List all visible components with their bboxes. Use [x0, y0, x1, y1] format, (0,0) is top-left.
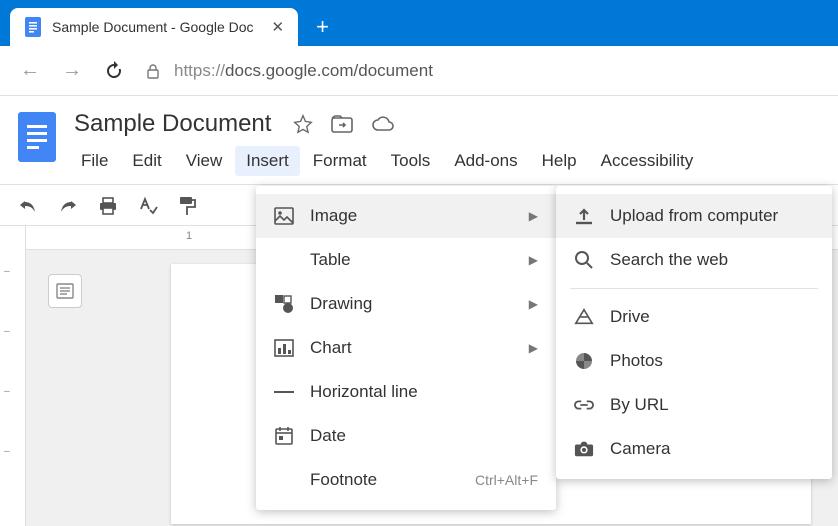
image-by-url[interactable]: By URL — [556, 383, 832, 427]
menu-item-label: Drawing — [310, 294, 372, 314]
spellcheck-icon[interactable] — [138, 195, 158, 216]
new-tab-button[interactable]: + — [316, 14, 329, 40]
tab-title: Sample Document - Google Doc — [52, 19, 254, 35]
browser-titlebar: Sample Document - Google Doc ✕ + — [0, 0, 838, 46]
url-bar[interactable]: https://docs.google.com/document — [146, 61, 818, 81]
submenu-arrow-icon: ▶ — [529, 297, 538, 311]
cloud-status-icon[interactable] — [371, 115, 395, 133]
image-drive[interactable]: Drive — [556, 295, 832, 339]
date-icon — [274, 426, 294, 446]
menu-help[interactable]: Help — [531, 146, 588, 176]
print-icon[interactable] — [98, 195, 118, 216]
menu-item-label: Footnote — [310, 470, 377, 490]
menu-view[interactable]: View — [175, 146, 234, 176]
submenu-arrow-icon: ▶ — [529, 209, 538, 223]
menu-add-ons[interactable]: Add-ons — [443, 146, 528, 176]
menu-file[interactable]: File — [70, 146, 119, 176]
hr-icon — [274, 389, 294, 395]
reload-icon[interactable] — [104, 60, 124, 81]
menu-separator — [570, 288, 818, 289]
docs-logo-icon[interactable] — [18, 112, 56, 162]
tab-close-icon[interactable]: ✕ — [272, 18, 285, 36]
url-text: https://docs.google.com/document — [174, 61, 433, 81]
vertical-ruler: – – – – — [0, 226, 26, 526]
move-icon[interactable] — [331, 115, 353, 133]
photos-icon — [574, 351, 594, 371]
menu-item-label: Camera — [610, 439, 670, 459]
camera-icon — [574, 440, 594, 458]
drive-icon — [574, 307, 594, 327]
submenu-arrow-icon: ▶ — [529, 341, 538, 355]
docs-favicon — [24, 18, 42, 36]
menu-item-label: Drive — [610, 307, 650, 327]
browser-tab[interactable]: Sample Document - Google Doc ✕ — [10, 8, 298, 46]
insert-horizontal-line[interactable]: Horizontal line — [256, 370, 556, 414]
drawing-icon — [274, 294, 294, 314]
app-header: Sample Document FileEditViewInsertFormat… — [0, 96, 838, 176]
outline-button[interactable] — [48, 274, 82, 308]
image-photos[interactable]: Photos — [556, 339, 832, 383]
document-title[interactable]: Sample Document — [70, 108, 275, 140]
insert-date[interactable]: Date — [256, 414, 556, 458]
insert-menu-dropdown: Image ▶ Table ▶ Drawing ▶ Chart ▶ Horizontal lin… — [256, 186, 556, 510]
browser-navbar: ← → https://docs.google.com/document — [0, 46, 838, 96]
submenu-arrow-icon: ▶ — [529, 253, 538, 267]
link-icon — [574, 399, 594, 411]
nav-forward-icon[interactable]: → — [62, 59, 82, 82]
paint-format-icon[interactable] — [178, 194, 196, 215]
shortcut-label: Ctrl+Alt+F — [475, 472, 538, 488]
image-camera[interactable]: Camera — [556, 427, 832, 471]
image-upload-from-computer[interactable]: Upload from computer — [556, 194, 832, 238]
menu-format[interactable]: Format — [302, 146, 378, 176]
nav-back-icon[interactable]: ← — [20, 59, 40, 82]
menu-insert[interactable]: Insert — [235, 146, 300, 176]
insert-chart[interactable]: Chart ▶ — [256, 326, 556, 370]
menu-item-label: Search the web — [610, 250, 728, 270]
chart-icon — [274, 339, 294, 357]
menu-item-label: By URL — [610, 395, 669, 415]
menu-item-label: Table — [310, 250, 351, 270]
lock-icon — [146, 62, 160, 79]
upload-icon — [574, 207, 594, 225]
menu-edit[interactable]: Edit — [121, 146, 172, 176]
image-icon — [274, 207, 294, 225]
menu-tools[interactable]: Tools — [380, 146, 442, 176]
undo-icon[interactable] — [18, 195, 38, 216]
insert-drawing[interactable]: Drawing ▶ — [256, 282, 556, 326]
menu-bar: FileEditViewInsertFormatToolsAdd-onsHelp… — [70, 146, 820, 176]
menu-item-label: Image — [310, 206, 357, 226]
menu-item-label: Horizontal line — [310, 382, 418, 402]
redo-icon[interactable] — [58, 195, 78, 216]
star-icon[interactable] — [293, 114, 313, 134]
menu-item-label: Upload from computer — [610, 206, 778, 226]
image-submenu: Upload from computer Search the web Drive P… — [556, 186, 832, 479]
search-icon — [574, 250, 594, 270]
image-search-the-web[interactable]: Search the web — [556, 238, 832, 282]
menu-item-label: Date — [310, 426, 346, 446]
menu-item-label: Chart — [310, 338, 352, 358]
insert-table[interactable]: Table ▶ — [256, 238, 556, 282]
menu-item-label: Photos — [610, 351, 663, 371]
menu-accessibility[interactable]: Accessibility — [590, 146, 705, 176]
insert-footnote[interactable]: Footnote Ctrl+Alt+F — [256, 458, 556, 502]
insert-image[interactable]: Image ▶ — [256, 194, 556, 238]
